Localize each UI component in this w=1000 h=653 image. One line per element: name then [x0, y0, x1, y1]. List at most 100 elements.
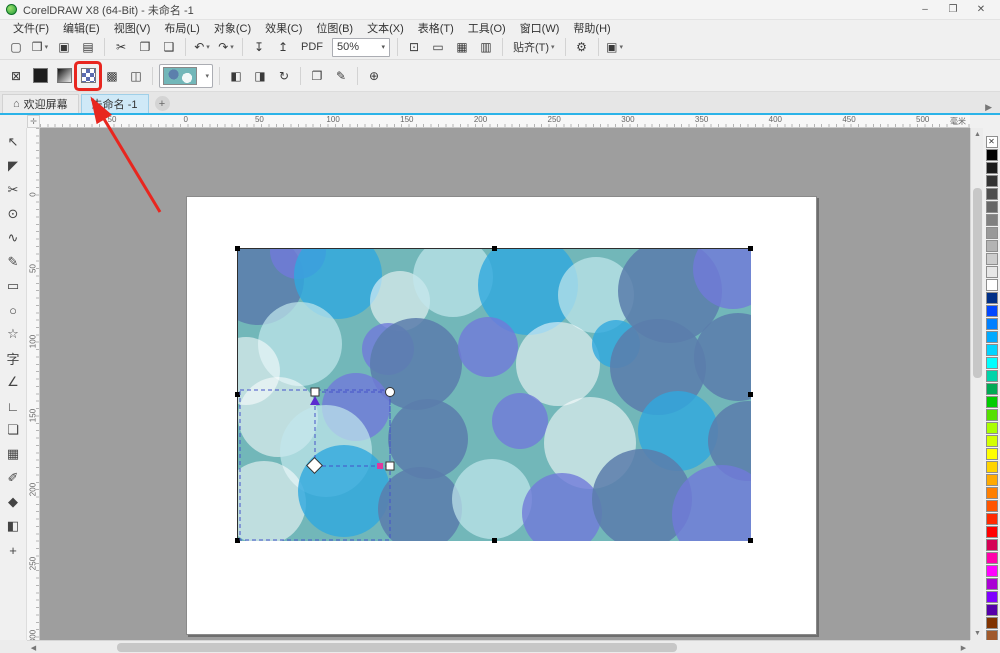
redo-button[interactable]: ↷▾ — [215, 36, 237, 58]
smart-fill-tool[interactable]: ◧ — [1, 514, 26, 538]
zoom-level-select[interactable]: 50%▾ — [332, 38, 390, 57]
undo-button[interactable]: ↶▾ — [191, 36, 213, 58]
menu-item[interactable]: 帮助(H) — [566, 20, 617, 36]
palette-color-swatch[interactable] — [986, 604, 998, 616]
freehand-tool[interactable]: ∿ — [1, 226, 26, 250]
palette-color-swatch[interactable] — [986, 305, 998, 317]
palette-color-swatch[interactable] — [986, 487, 998, 499]
vertical-ruler[interactable]: 050100150200250300 — [27, 128, 40, 640]
pdf-button[interactable]: PDF — [296, 36, 328, 58]
tab-scroll-right-icon[interactable]: ▶ — [979, 102, 998, 113]
menu-item[interactable]: 窗口(W) — [513, 20, 567, 36]
palette-color-swatch[interactable] — [986, 513, 998, 525]
palette-color-swatch[interactable] — [986, 552, 998, 564]
object-selection-handle[interactable] — [748, 246, 753, 251]
more-options-button[interactable]: ⊕ — [363, 64, 385, 88]
tab-welcome-screen[interactable]: ⌂ 欢迎屏幕 — [2, 94, 79, 113]
palette-color-swatch[interactable] — [986, 175, 998, 187]
tab-document[interactable]: 未命名 -1 — [81, 94, 149, 113]
minimize-button[interactable]: – — [912, 1, 938, 19]
menu-item[interactable]: 文件(F) — [6, 20, 56, 36]
palette-color-swatch[interactable] — [986, 318, 998, 330]
menu-item[interactable]: 视图(V) — [107, 20, 158, 36]
palette-color-swatch[interactable] — [986, 448, 998, 460]
text-tool[interactable]: 字 — [1, 346, 26, 370]
palette-color-swatch[interactable] — [986, 331, 998, 343]
customize-toolbox-button[interactable]: + — [1, 538, 26, 562]
eyedropper-tool[interactable]: ✐ — [1, 466, 26, 490]
palette-color-swatch[interactable] — [986, 201, 998, 213]
pick-tool[interactable]: ↖ — [1, 130, 26, 154]
menu-item[interactable]: 对象(C) — [207, 20, 258, 36]
save-button[interactable]: ▣ — [53, 36, 75, 58]
object-selection-handle[interactable] — [235, 246, 240, 251]
palette-color-swatch[interactable] — [986, 591, 998, 603]
ruler-origin-button[interactable]: ✛ — [27, 115, 40, 128]
rectangle-tool[interactable]: ▭ — [1, 274, 26, 298]
palette-color-swatch[interactable] — [986, 344, 998, 356]
palette-color-swatch[interactable] — [986, 188, 998, 200]
horizontal-scroll-thumb[interactable] — [117, 643, 677, 652]
artistic-media-tool[interactable]: ✎ — [1, 250, 26, 274]
export-button[interactable]: ↥ — [272, 36, 294, 58]
palette-color-swatch[interactable] — [986, 214, 998, 226]
palette-color-swatch[interactable] — [986, 500, 998, 512]
scroll-left-icon[interactable]: ◀ — [27, 641, 40, 653]
palette-color-swatch[interactable] — [986, 266, 998, 278]
import-button[interactable]: ↧ — [248, 36, 270, 58]
menu-item[interactable]: 文本(X) — [360, 20, 411, 36]
palette-no-color-swatch[interactable]: ✕ — [986, 136, 998, 148]
palette-color-swatch[interactable] — [986, 461, 998, 473]
horizontal-scrollbar[interactable]: ◀ ▶ — [27, 640, 970, 653]
menu-item[interactable]: 位图(B) — [309, 20, 360, 36]
vector-pattern-fill-button[interactable] — [77, 64, 99, 88]
pattern-skew-handle[interactable] — [377, 463, 383, 469]
palette-color-swatch[interactable] — [986, 617, 998, 629]
pattern-origin-handle[interactable] — [307, 458, 323, 474]
menu-item[interactable]: 工具(O) — [461, 20, 513, 36]
palette-color-swatch[interactable] — [986, 539, 998, 551]
horizontal-ruler[interactable]: 毫米 50050100150200250300350400450500 — [40, 115, 970, 128]
palette-color-swatch[interactable] — [986, 357, 998, 369]
dimension-tool[interactable]: ∠ — [1, 370, 26, 394]
object-selection-handle[interactable] — [748, 392, 753, 397]
snap-to-dropdown[interactable]: 贴齐(T)▾ — [508, 36, 560, 58]
copy-button[interactable]: ❐ — [134, 36, 156, 58]
palette-color-swatch[interactable] — [986, 422, 998, 434]
interactive-fill-tool[interactable]: ◆ — [1, 490, 26, 514]
object-selection-handle[interactable] — [748, 538, 753, 543]
uniform-fill-button[interactable] — [29, 64, 51, 88]
scroll-right-icon[interactable]: ▶ — [957, 641, 970, 653]
open-button[interactable]: ❒▾ — [29, 36, 51, 58]
connector-tool[interactable]: ∟ — [1, 394, 26, 418]
new-document-button[interactable]: ▢ — [5, 36, 27, 58]
copy-fill-button[interactable]: ❐ — [306, 64, 328, 88]
drawing-canvas[interactable] — [40, 128, 970, 640]
edit-fill-button[interactable]: ✎ — [330, 64, 352, 88]
palette-color-swatch[interactable] — [986, 578, 998, 590]
palette-color-swatch[interactable] — [986, 253, 998, 265]
menu-item[interactable]: 布局(L) — [157, 20, 206, 36]
menu-item[interactable]: 编辑(E) — [56, 20, 107, 36]
print-button[interactable]: ▤ — [77, 36, 99, 58]
palette-color-swatch[interactable] — [986, 292, 998, 304]
palette-color-swatch[interactable] — [986, 409, 998, 421]
palette-color-swatch[interactable] — [986, 383, 998, 395]
menu-item[interactable]: 表格(T) — [411, 20, 461, 36]
palette-color-swatch[interactable] — [986, 149, 998, 161]
palette-color-swatch[interactable] — [986, 279, 998, 291]
pattern-right-scale-handle[interactable] — [386, 462, 394, 470]
polygon-tool[interactable]: ☆ — [1, 322, 26, 346]
show-guidelines-button[interactable]: ▥ — [475, 36, 497, 58]
vertical-scrollbar[interactable]: ▲ ▼ — [970, 128, 983, 640]
crop-tool[interactable]: ✂ — [1, 178, 26, 202]
palette-color-swatch[interactable] — [986, 227, 998, 239]
options-button[interactable]: ⚙ — [571, 36, 593, 58]
fill-picker-dropdown[interactable]: ▾ — [159, 64, 213, 88]
palette-color-swatch[interactable] — [986, 240, 998, 252]
no-fill-button[interactable]: ⊠ — [5, 64, 27, 88]
close-button[interactable]: ✕ — [968, 1, 994, 19]
palette-color-swatch[interactable] — [986, 370, 998, 382]
palette-color-swatch[interactable] — [986, 565, 998, 577]
fountain-fill-button[interactable] — [53, 64, 75, 88]
